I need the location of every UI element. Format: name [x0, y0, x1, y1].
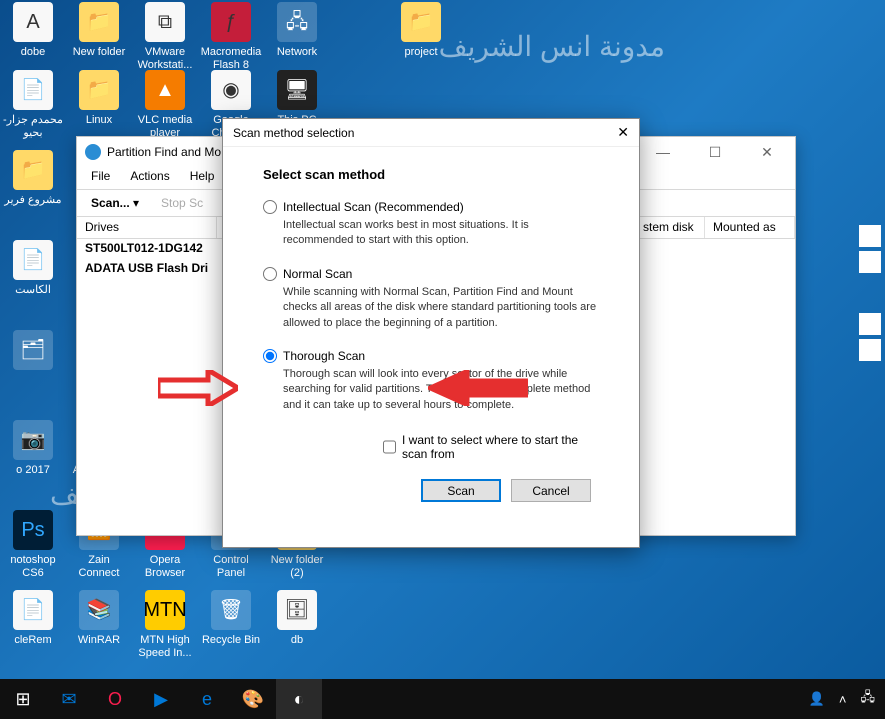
arrow-icon — [428, 370, 528, 406]
col-mounted-as[interactable]: Mounted as — [705, 217, 795, 238]
menu-file[interactable]: File — [83, 167, 118, 189]
maximize-button[interactable]: ☐ — [695, 144, 735, 161]
menu-actions[interactable]: Actions — [122, 167, 177, 189]
minimize-button[interactable]: — — [643, 144, 683, 161]
windows-logo-deco — [859, 225, 885, 361]
taskbar-movies-icon[interactable]: ▶ — [138, 679, 184, 719]
desktop-icon[interactable]: 📄الكاست — [2, 240, 64, 297]
desktop-icon[interactable]: 🗂 — [2, 330, 64, 374]
radio-thorough[interactable] — [263, 349, 277, 363]
dialog-titlebar[interactable]: Scan method selection ✕ — [223, 119, 639, 147]
desktop-icon[interactable]: Adobe — [2, 2, 64, 59]
desktop-icon[interactable]: 📁مشروع فرير — [2, 150, 64, 207]
checkbox-select-start[interactable] — [383, 440, 396, 454]
taskbar: ⊞ ✉ O ▶ e 🎨 ◐ 👤 ˄ 🖧 — [0, 679, 885, 719]
dialog-title: Scan method selection — [233, 126, 354, 140]
desktop-icon[interactable]: 📚WinRAR — [68, 590, 130, 647]
watermark: مدونة انس الشريف — [439, 30, 665, 63]
stop-scan-button: Stop Sc — [155, 194, 209, 212]
col-drives[interactable]: Drives — [77, 217, 217, 238]
option-desc: While scanning with Normal Scan, Partiti… — [283, 285, 599, 331]
taskbar-mail-icon[interactable]: ✉ — [46, 679, 92, 719]
desktop-icon[interactable]: Psnotoshop CS6 — [2, 510, 64, 580]
window-title: Partition Find and Mo — [107, 145, 221, 159]
dialog-close-button[interactable]: ✕ — [617, 124, 629, 141]
radio-intellectual[interactable] — [263, 200, 277, 214]
dialog-heading: Select scan method — [263, 167, 599, 182]
desktop-icon[interactable]: 📁New folder — [68, 2, 130, 59]
system-tray[interactable]: 👤 ˄ 🖧 — [799, 688, 885, 710]
start-button[interactable]: ⊞ — [0, 679, 46, 719]
option-desc: Intellectual scan works best in most sit… — [283, 218, 599, 249]
desktop-icon[interactable]: 🗑Recycle Bin — [200, 590, 262, 647]
desktop-icon[interactable]: MTNMTN High Speed In... — [134, 590, 196, 660]
desktop-icon[interactable]: 📁Linux — [68, 70, 130, 127]
desktop-icon[interactable]: 🗄db — [266, 590, 328, 647]
scan-method-dialog: Scan method selection ✕ Select scan meth… — [222, 118, 640, 548]
tray-network-icon[interactable]: 🖧 — [861, 688, 876, 710]
col-stem-disk[interactable]: stem disk — [635, 217, 705, 238]
taskbar-paint-icon[interactable]: 🎨 — [230, 679, 276, 719]
taskbar-opera-icon[interactable]: O — [92, 679, 138, 719]
tray-chevron-icon[interactable]: ˄ — [839, 692, 847, 707]
checkbox-label: I want to select where to start the scan… — [402, 433, 599, 461]
option-normal-scan: Normal Scan While scanning with Normal S… — [263, 267, 599, 331]
desktop-icon[interactable]: 📷o 2017 — [2, 420, 64, 477]
scan-button[interactable]: Scan — [421, 479, 501, 502]
app-icon — [85, 144, 101, 160]
tray-people-icon[interactable]: 👤 — [809, 691, 825, 707]
option-intellectual-scan: Intellectual Scan (Recommended) Intellec… — [263, 200, 599, 249]
scan-dropdown[interactable]: Scan... ▾ — [85, 194, 145, 212]
desktop-icon[interactable]: ▲VLC media player — [134, 70, 196, 140]
cancel-button[interactable]: Cancel — [511, 479, 591, 502]
arrow-icon — [158, 370, 238, 406]
close-button[interactable]: ✕ — [747, 144, 787, 161]
menu-help[interactable]: Help — [182, 167, 223, 189]
desktop-icon[interactable]: 📄cleRem — [2, 590, 64, 647]
desktop-icon[interactable]: ⧉VMware Workstati... — [134, 2, 196, 72]
radio-normal[interactable] — [263, 267, 277, 281]
checkbox-row: I want to select where to start the scan… — [383, 433, 599, 461]
desktop-icon[interactable]: ƒMacromedia Flash 8 — [200, 2, 262, 72]
desktop-icon[interactable]: 🖧Network — [266, 2, 328, 59]
taskbar-app-icon[interactable]: ◐ — [276, 679, 322, 719]
taskbar-edge-icon[interactable]: e — [184, 679, 230, 719]
desktop-icon[interactable]: 📄محمدم جزار-بحيو — [2, 70, 64, 140]
